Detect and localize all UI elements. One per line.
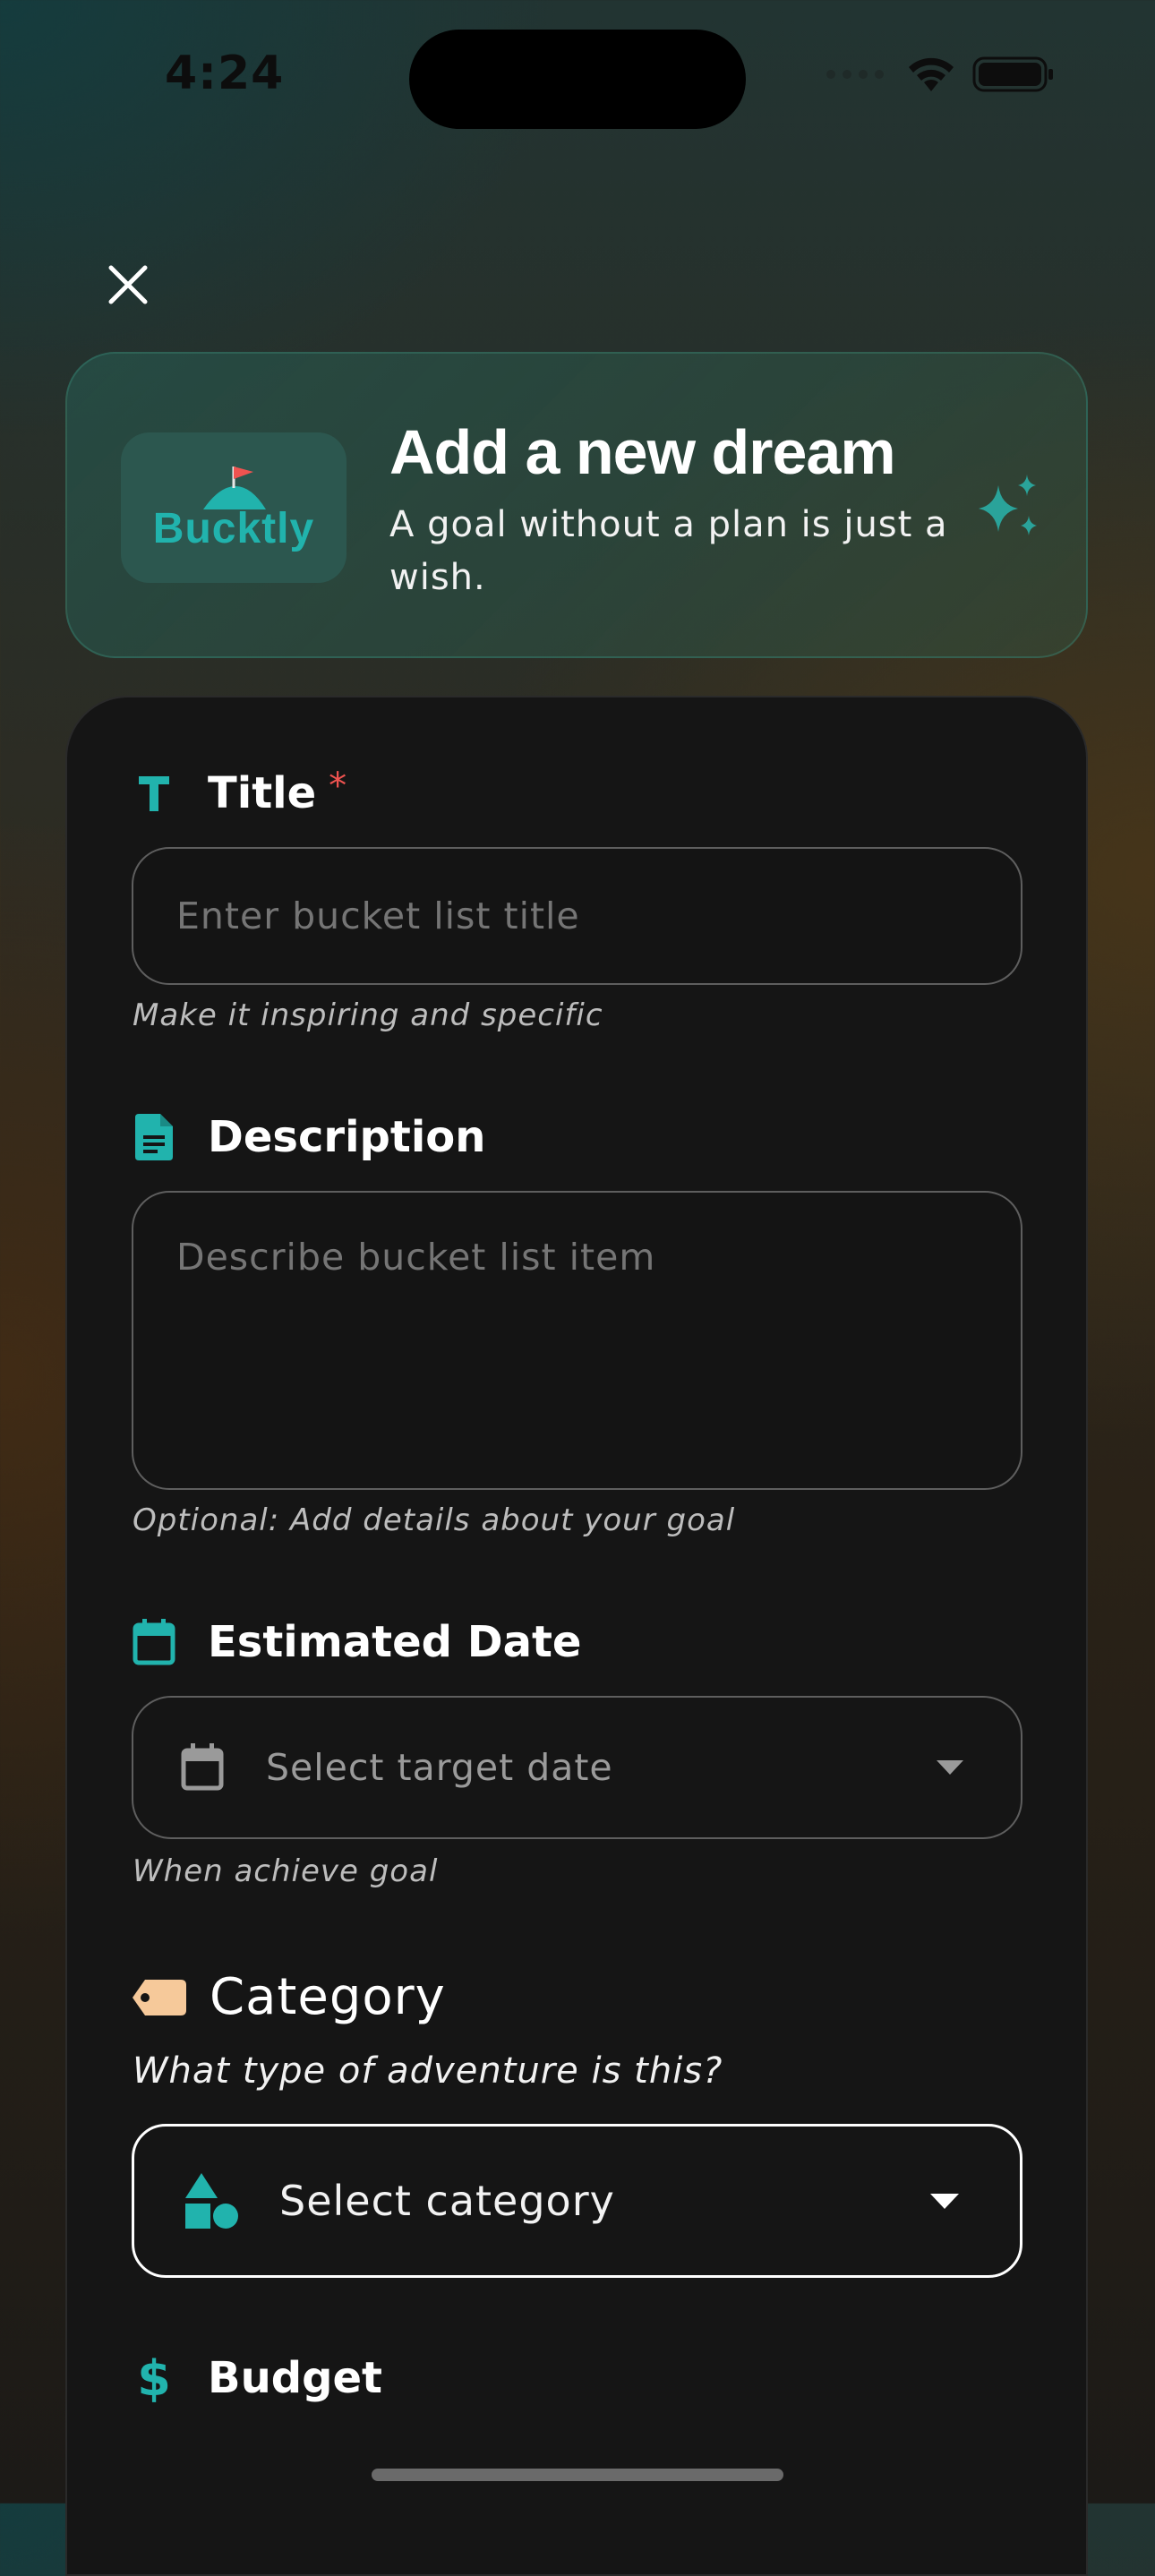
date-picker[interactable]: Select target date [132, 1696, 1022, 1839]
date-placeholder: Select target date [266, 1746, 613, 1789]
logo-text: Bucktly [152, 505, 315, 552]
description-helper: Optional: Add details about your goal [133, 1502, 736, 1538]
required-mark: * [329, 766, 347, 807]
close-icon [108, 265, 148, 304]
title-helper: Make it inspiring and specific [133, 997, 603, 1033]
description-label: Description [208, 1112, 486, 1162]
calendar-icon [133, 1619, 175, 1665]
sparkle-icon [979, 475, 1037, 535]
description-label-row: Description [133, 1112, 485, 1162]
category-label-row: Category [133, 1968, 446, 2026]
chevron-down-icon [930, 2193, 959, 2209]
title-label: Title [208, 768, 317, 818]
status-time: 4:24 [165, 47, 285, 100]
category-placeholder: Select category [279, 2177, 615, 2225]
wifi-icon [909, 57, 954, 91]
flag-hill-icon [203, 466, 266, 509]
chevron-down-icon [937, 1760, 963, 1775]
document-icon [133, 1114, 175, 1160]
signal-icon [826, 70, 884, 79]
home-indicator[interactable] [372, 2469, 783, 2481]
tag-icon [133, 1974, 186, 2021]
page-subtitle: A goal without a plan is just a wish. [389, 504, 948, 598]
category-select[interactable]: Select category [132, 2124, 1022, 2278]
category-label: Category [210, 1968, 446, 2026]
date-helper: When achieve goal [133, 1853, 439, 1889]
dynamic-island [409, 30, 746, 129]
shapes-icon [185, 2173, 238, 2229]
header-card: Bucktly Add a new dream A goal without a… [65, 352, 1088, 658]
calendar-icon [181, 1743, 224, 1791]
title-label-row: Title * [133, 766, 347, 818]
text-icon [133, 770, 175, 817]
app-logo: Bucktly [121, 432, 346, 583]
date-label: Estimated Date [208, 1617, 582, 1667]
battery-icon [972, 56, 1053, 92]
status-icons [826, 56, 1055, 93]
title-input[interactable] [132, 847, 1022, 985]
budget-label: Budget [208, 2353, 382, 2403]
description-input[interactable] [132, 1191, 1022, 1490]
category-subtitle: What type of adventure is this? [133, 2050, 723, 2092]
dollar-icon: $ [137, 2349, 171, 2407]
date-label-row: Estimated Date [133, 1617, 581, 1667]
budget-label-row: $ Budget [133, 2349, 382, 2407]
close-button[interactable] [98, 255, 158, 314]
page-title: Add a new dream [389, 417, 896, 487]
